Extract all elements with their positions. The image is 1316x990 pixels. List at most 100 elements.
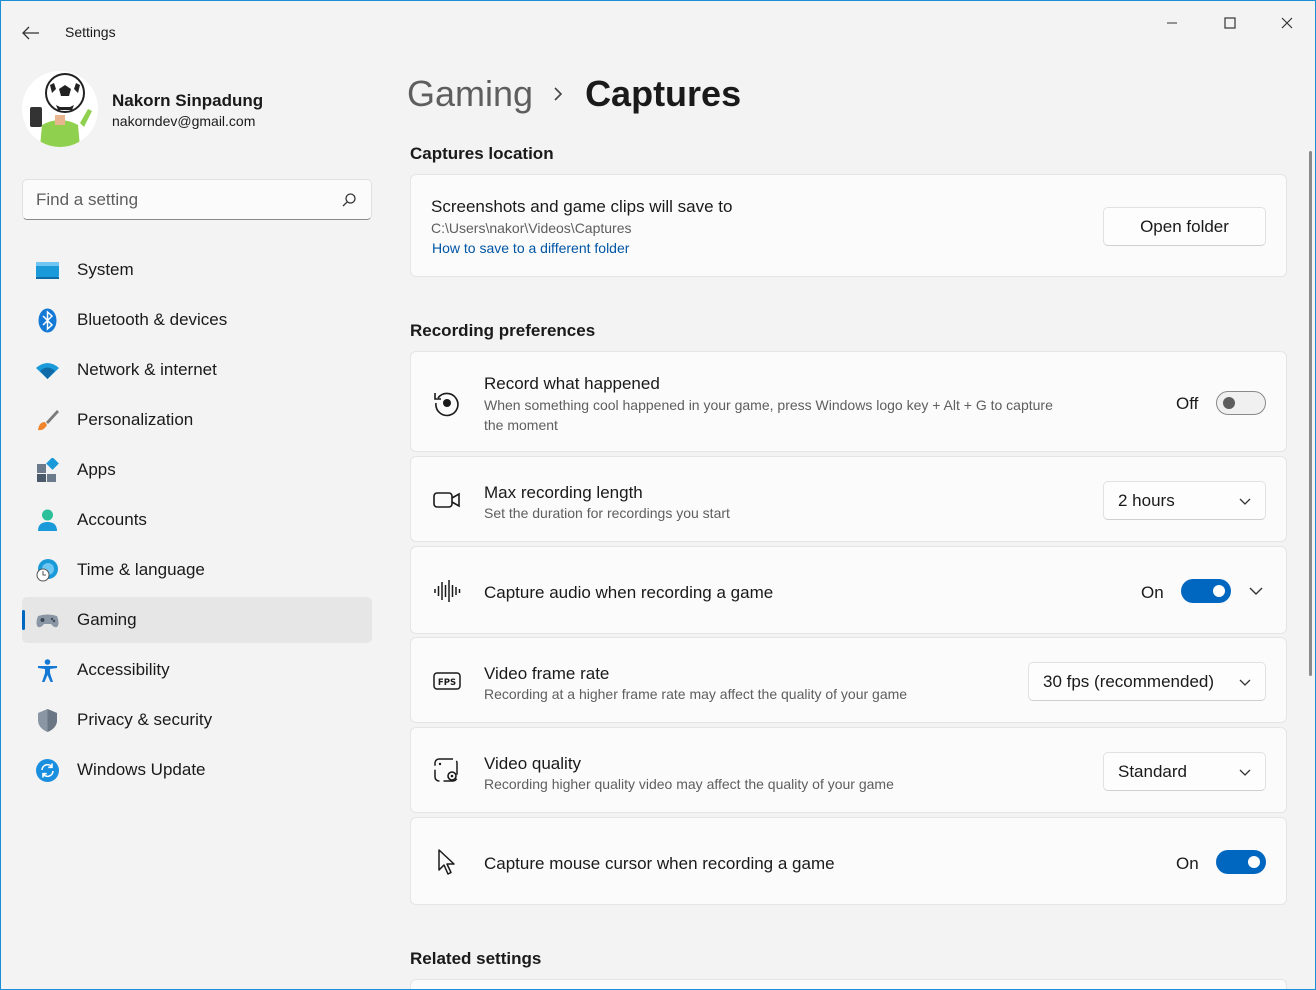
sidebar-item-label: Accessibility [77, 660, 170, 679]
dropdown-value: 2 hours [1118, 491, 1175, 510]
sidebar-item-accessibility[interactable]: Accessibility [22, 647, 372, 693]
time-language-icon [36, 559, 58, 582]
record-what-happened-title: Record what happened [484, 374, 660, 393]
capture-audio-card[interactable]: Capture audio when recording a game On [410, 546, 1287, 634]
record-what-happened-toggle[interactable] [1216, 391, 1266, 415]
sidebar-item-accounts[interactable]: Accounts [22, 497, 372, 543]
different-folder-link[interactable]: How to save to a different folder [432, 240, 629, 256]
sidebar-item-apps[interactable]: Apps [22, 447, 372, 493]
sidebar-item-privacy-security[interactable]: Privacy & security [22, 697, 372, 743]
dropdown-value: 30 fps (recommended) [1043, 672, 1215, 691]
back-button[interactable] [15, 19, 47, 47]
record-what-happened-desc: When something cool happened in your gam… [484, 397, 1053, 433]
capture-mouse-cursor-toggle[interactable] [1216, 850, 1266, 874]
sidebar-item-windows-update[interactable]: Windows Update [22, 747, 372, 793]
app-title: Settings [65, 24, 116, 40]
mouse-cursor-icon [438, 849, 455, 875]
minimize-icon [1167, 22, 1177, 24]
captures-location-title: Screenshots and game clips will save to [431, 197, 733, 216]
sidebar-item-label: Network & internet [77, 360, 217, 379]
video-frame-rate-title: Video frame rate [484, 664, 610, 683]
close-button[interactable] [1264, 9, 1310, 37]
captures-location-heading: Captures location [410, 144, 554, 163]
sidebar-item-gaming[interactable]: Gaming [22, 597, 372, 643]
capture-mouse-cursor-title: Capture mouse cursor when recording a ga… [484, 854, 835, 873]
video-quality-title: Video quality [484, 754, 582, 773]
user-name: Nakorn Sinpadung [112, 91, 264, 110]
breadcrumb: Gaming Captures [407, 73, 741, 115]
video-camera-icon [433, 492, 460, 508]
video-frame-rate-desc: Recording at a higher frame rate may aff… [484, 686, 908, 702]
chevron-down-icon [1239, 679, 1251, 686]
search-icon[interactable] [341, 192, 357, 208]
fps-icon: FPS [433, 672, 461, 690]
maximize-icon [1224, 17, 1236, 29]
max-recording-length-card: Max recording length Set the duration fo… [410, 456, 1287, 542]
sidebar-item-label: Personalization [77, 410, 194, 429]
accounts-icon [38, 509, 57, 531]
capture-mouse-cursor-state: On [1176, 854, 1199, 873]
breadcrumb-parent[interactable]: Gaming [407, 73, 533, 115]
close-icon [1281, 17, 1293, 29]
max-recording-length-title: Max recording length [484, 483, 643, 502]
max-recording-length-desc: Set the duration for recordings you star… [484, 505, 730, 521]
expand-chevron-icon[interactable] [1249, 584, 1263, 598]
sidebar-item-network[interactable]: Network & internet [22, 347, 372, 393]
sidebar-item-bluetooth[interactable]: Bluetooth & devices [22, 297, 372, 343]
sidebar-item-label: Time & language [77, 560, 205, 579]
sidebar-item-personalization[interactable]: Personalization [22, 397, 372, 443]
chevron-down-icon [1239, 498, 1251, 505]
search-box[interactable] [22, 179, 372, 220]
wifi-icon [36, 363, 59, 379]
sidebar-item-label: System [77, 260, 134, 279]
max-recording-length-dropdown[interactable]: 2 hours [1103, 481, 1266, 520]
capture-audio-title: Capture audio when recording a game [484, 583, 774, 602]
back-arrow-icon [22, 26, 39, 40]
video-frame-rate-dropdown[interactable]: 30 fps (recommended) [1028, 662, 1266, 701]
video-quality-dropdown[interactable]: Standard [1103, 752, 1266, 791]
chevron-right-icon [553, 86, 563, 102]
chevron-down-icon [1239, 769, 1251, 776]
user-email: nakorndev@gmail.com [112, 113, 256, 129]
capture-mouse-cursor-card: Capture mouse cursor when recording a ga… [410, 817, 1287, 905]
capture-audio-state: On [1141, 583, 1164, 602]
recording-preferences-heading: Recording preferences [410, 321, 596, 340]
page-title: Captures [585, 73, 742, 114]
gamepad-icon [36, 614, 59, 628]
video-quality-card: Video quality Recording higher quality v… [410, 727, 1287, 813]
search-input[interactable] [36, 189, 326, 211]
record-history-icon [434, 392, 459, 417]
sidebar-item-label: Accounts [77, 510, 147, 529]
settings-window: Settings Nakorn Sinpadung nakorndev@gmai… [0, 0, 1316, 990]
related-settings-heading: Related settings [410, 949, 542, 968]
minimize-button[interactable] [1149, 9, 1195, 37]
scrollbar[interactable] [1309, 151, 1312, 676]
record-what-happened-state: Off [1176, 394, 1199, 413]
related-settings-card [410, 979, 1287, 989]
accessibility-icon [38, 659, 57, 682]
shield-icon [38, 709, 57, 732]
sidebar-item-time-language[interactable]: Time & language [22, 547, 372, 593]
sidebar-item-label: Windows Update [77, 760, 206, 779]
maximize-button[interactable] [1207, 9, 1253, 37]
video-frame-rate-card: FPS Video frame rate Recording at a high… [410, 637, 1287, 723]
video-quality-desc: Recording higher quality video may affec… [484, 776, 894, 792]
sidebar-item-label: Apps [77, 460, 116, 479]
brush-icon [38, 410, 59, 431]
system-icon [36, 262, 59, 279]
captures-location-card: Screenshots and game clips will save to … [410, 174, 1287, 277]
svg-text:FPS: FPS [438, 678, 456, 688]
audio-waveform-icon [434, 580, 461, 602]
sidebar-nav: System Bluetooth & devices Network & int… [22, 247, 372, 797]
apps-icon [37, 458, 59, 482]
capture-audio-toggle[interactable] [1181, 579, 1231, 603]
sidebar-item-label: Bluetooth & devices [77, 310, 228, 329]
dropdown-value: Standard [1118, 762, 1187, 781]
video-settings-icon [434, 758, 458, 782]
open-folder-button[interactable]: Open folder [1103, 207, 1266, 246]
update-icon [36, 759, 59, 782]
captures-path: C:\Users\nakor\Videos\Captures [431, 220, 632, 236]
sidebar-item-label: Gaming [77, 610, 137, 629]
sidebar-item-system[interactable]: System [22, 247, 372, 293]
bluetooth-icon [38, 308, 57, 333]
